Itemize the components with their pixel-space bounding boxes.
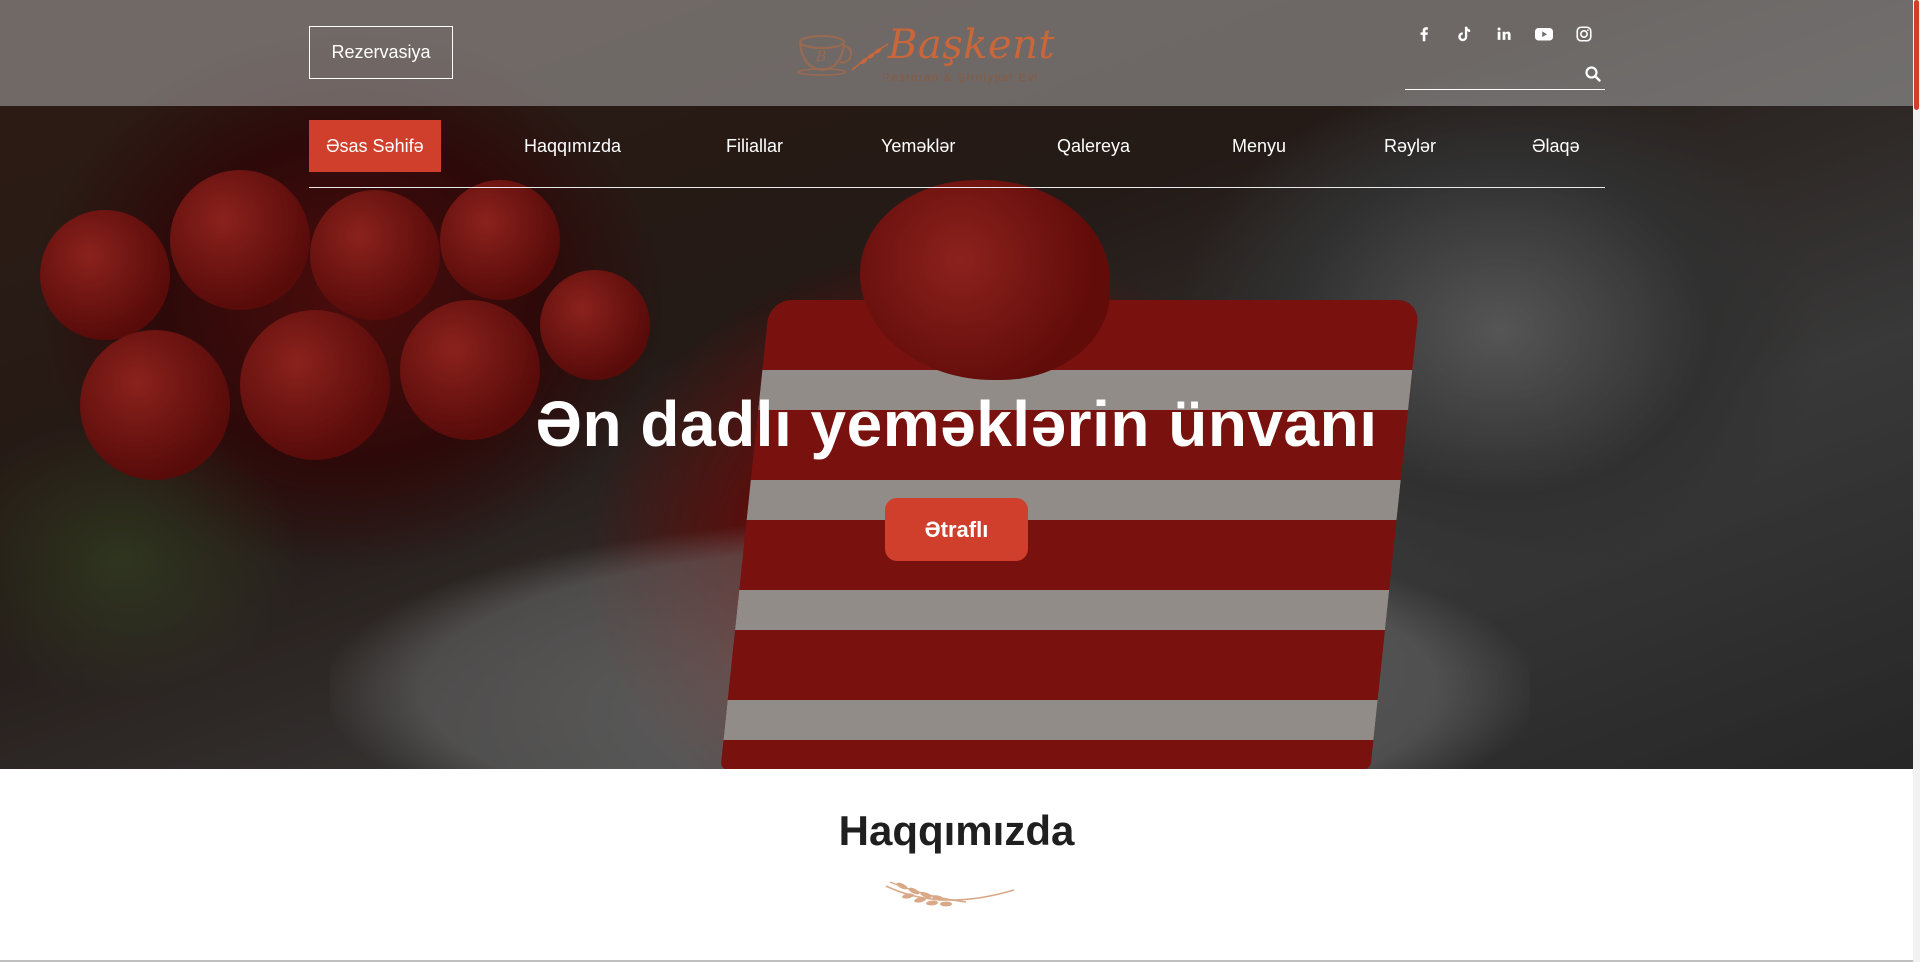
nav-item-dishes[interactable]: Yeməklər xyxy=(881,120,955,172)
nav-item-branches[interactable]: Filiallar xyxy=(726,120,783,172)
main-nav: Əsas Səhifə Haqqımızda Filiallar Yeməklə… xyxy=(309,120,1605,188)
more-info-button[interactable]: Ətraflı xyxy=(885,498,1028,561)
svg-text:B: B xyxy=(815,49,826,65)
coffee-cup-logo-icon: B xyxy=(797,35,853,76)
nav-item-menu[interactable]: Menyu xyxy=(1232,120,1286,172)
search-input[interactable] xyxy=(1405,60,1575,88)
wheat-divider-icon xyxy=(885,881,1015,907)
youtube-icon[interactable] xyxy=(1534,24,1554,44)
reservation-button[interactable]: Rezervasiya xyxy=(309,26,453,79)
nav-item-home[interactable]: Əsas Səhifə xyxy=(309,120,441,172)
logo-tagline: Restoran & Şirniyyat Evi xyxy=(882,72,1039,84)
social-links xyxy=(1414,24,1594,44)
tiktok-icon[interactable] xyxy=(1454,24,1474,44)
linkedin-icon[interactable] xyxy=(1494,24,1514,44)
search-bar xyxy=(1405,60,1605,90)
hero-overlay xyxy=(0,0,1913,769)
page-scrollbar[interactable] xyxy=(1913,0,1920,962)
nav-item-gallery[interactable]: Qalereya xyxy=(1057,120,1130,172)
hero-title: Ən dadlı yeməklərin ünvanı xyxy=(535,388,1378,460)
scrollbar-thumb[interactable] xyxy=(1914,0,1919,110)
nav-item-contact[interactable]: Əlaqə xyxy=(1532,120,1580,172)
instagram-icon[interactable] xyxy=(1574,24,1594,44)
facebook-icon[interactable] xyxy=(1414,24,1434,44)
about-section-title: Haqqımızda xyxy=(838,807,1075,854)
nav-item-reviews[interactable]: Rəylər xyxy=(1384,120,1436,172)
search-icon[interactable] xyxy=(1583,64,1603,84)
logo-name: Başkent xyxy=(888,22,1056,68)
hero-banner xyxy=(0,0,1913,769)
wheat-logo-icon xyxy=(851,43,889,71)
nav-item-about[interactable]: Haqqımızda xyxy=(524,120,621,172)
logo[interactable]: B Başkent Restoran & Şirniyyat Evi xyxy=(796,20,1055,90)
